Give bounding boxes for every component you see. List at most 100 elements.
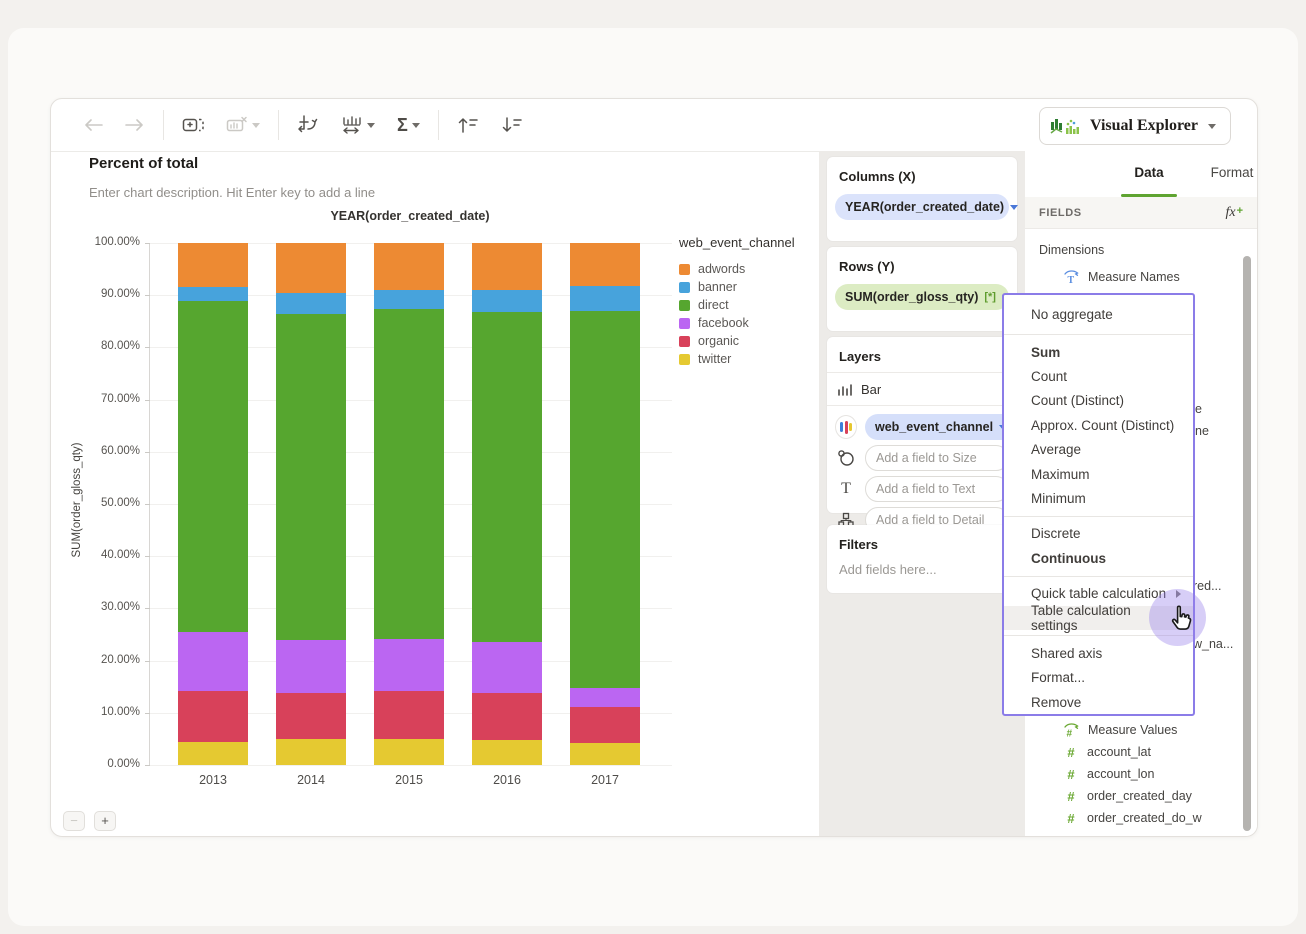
bar-segment-direct-2015[interactable] <box>374 309 444 639</box>
size-field-input[interactable]: Add a field to Size <box>865 445 1009 471</box>
chart-title[interactable]: Percent of total <box>89 155 198 172</box>
bar-segment-organic-2016[interactable] <box>472 692 542 740</box>
bar-segment-twitter-2013[interactable] <box>178 741 248 765</box>
menu-item-no-aggregate[interactable]: No aggregate <box>1004 299 1193 329</box>
field-measure-values[interactable]: # Measure Values <box>1063 722 1177 738</box>
bar-2013 <box>178 243 248 765</box>
bar-segment-twitter-2014[interactable] <box>276 738 346 765</box>
menu-item-sum[interactable]: Sum <box>1004 340 1193 364</box>
menu-item-approx-count-distinct[interactable]: Approx. Count (Distinct) <box>1004 413 1193 437</box>
legend-item-banner[interactable]: banner <box>679 278 814 296</box>
menu-item-continuous[interactable]: Continuous <box>1004 546 1193 570</box>
rows-shelf-label: Rows (Y) <box>839 259 895 274</box>
zoom-in-button[interactable]: + <box>94 811 116 831</box>
field-account-lat[interactable]: # account_lat <box>1063 744 1151 760</box>
bar-segment-organic-2014[interactable] <box>276 692 346 739</box>
bar-segment-organic-2015[interactable] <box>374 690 444 739</box>
bar-segment-facebook-2013[interactable] <box>178 631 248 691</box>
bar-segment-adwords-2015[interactable] <box>374 243 444 291</box>
menu-item-minimum[interactable]: Minimum <box>1004 486 1193 510</box>
redo-button[interactable] <box>123 116 147 134</box>
app-title: Visual Explorer <box>1089 117 1198 134</box>
legend-item-organic[interactable]: organic <box>679 332 814 350</box>
bar-segment-adwords-2016[interactable] <box>472 243 542 291</box>
legend-item-facebook[interactable]: facebook <box>679 314 814 332</box>
legend: web_event_channel adwords banner direct fac… <box>679 235 814 368</box>
chart-description-placeholder[interactable]: Enter chart description. Hit Enter key t… <box>89 185 375 200</box>
field-label: order_created_do_w <box>1087 811 1202 825</box>
field-label-fragment: e <box>1195 402 1202 416</box>
legend-item-twitter[interactable]: twitter <box>679 350 814 368</box>
chevron-down-icon <box>367 122 375 128</box>
visualization-type-select[interactable]: Visual Explorer <box>1038 107 1231 145</box>
bar-segment-facebook-2017[interactable] <box>570 687 640 707</box>
field-order-created-day[interactable]: # order_created_day <box>1063 788 1192 804</box>
bar-segment-banner-2013[interactable] <box>178 286 248 302</box>
tab-format[interactable]: Format <box>1211 165 1254 180</box>
menu-item-discrete[interactable]: Discrete <box>1004 522 1193 546</box>
menu-item-count-distinct[interactable]: Count (Distinct) <box>1004 389 1193 413</box>
tab-data[interactable]: Data <box>1134 165 1163 180</box>
bar-segment-adwords-2014[interactable] <box>276 243 346 293</box>
bar-size-button[interactable] <box>339 113 377 137</box>
rows-shelf: Rows (Y) SUM(order_gloss_qty) [*] <box>827 247 1017 331</box>
legend-item-direct[interactable]: direct <box>679 296 814 314</box>
text-field-input[interactable]: Add a field to Text <box>865 476 1009 502</box>
remove-chart-button[interactable] <box>224 114 262 136</box>
bar-segment-adwords-2017[interactable] <box>570 243 640 286</box>
bar-segment-facebook-2016[interactable] <box>472 642 542 693</box>
color-field-pill[interactable]: web_event_channel <box>865 414 1018 440</box>
y-tick-label: 30.00% <box>100 601 140 614</box>
toolbar-divider <box>437 110 439 140</box>
bar-segment-facebook-2014[interactable] <box>276 639 346 693</box>
menu-item-label: Approx. Count (Distinct) <box>1031 417 1175 433</box>
menu-item-count[interactable]: Count <box>1004 364 1193 388</box>
bar-segment-direct-2016[interactable] <box>472 311 542 643</box>
field-measure-names[interactable]: T Measure Names <box>1063 269 1180 285</box>
bar-segment-banner-2017[interactable] <box>570 285 640 311</box>
zoom-out-button[interactable]: − <box>63 811 85 831</box>
rows-field-label: SUM(order_gloss_qty) <box>845 290 979 304</box>
bar-mark-icon <box>838 383 852 396</box>
scrollbar-thumb[interactable] <box>1243 256 1251 831</box>
bar-segment-twitter-2015[interactable] <box>374 738 444 765</box>
menu-item-label: Remove <box>1031 694 1082 710</box>
undo-button[interactable] <box>81 116 105 134</box>
bar-segment-banner-2016[interactable] <box>472 290 542 312</box>
menu-item-remove[interactable]: Remove <box>1004 690 1193 714</box>
bar-segment-adwords-2013[interactable] <box>178 243 248 287</box>
bar-segment-direct-2013[interactable] <box>178 301 248 632</box>
menu-item-average[interactable]: Average <box>1004 438 1193 462</box>
field-label-fragment: red... <box>1193 579 1222 593</box>
field-account-lon[interactable]: # account_lon <box>1063 766 1154 782</box>
menu-item-maximum[interactable]: Maximum <box>1004 462 1193 486</box>
add-chart-button[interactable] <box>180 114 206 136</box>
mark-type-row[interactable]: Bar <box>827 373 1017 397</box>
bar-segment-banner-2014[interactable] <box>276 292 346 314</box>
plus-icon: + <box>1236 204 1243 217</box>
columns-field-pill[interactable]: YEAR(order_created_date) <box>835 194 1019 220</box>
add-formula-button[interactable]: fx + <box>1225 204 1243 220</box>
bar-segment-direct-2014[interactable] <box>276 313 346 640</box>
field-order-created-do-w[interactable]: # order_created_do_w <box>1063 810 1202 826</box>
bar-segment-banner-2015[interactable] <box>374 290 444 310</box>
legend-title: web_event_channel <box>679 235 795 250</box>
swap-axes-button[interactable] <box>295 113 321 137</box>
sort-ascending-button[interactable] <box>455 114 481 136</box>
aggregate-button[interactable]: Σ <box>395 114 422 136</box>
rows-field-pill[interactable]: SUM(order_gloss_qty) [*] <box>835 284 1010 310</box>
zoom-controls: − + <box>63 811 116 831</box>
bar-segment-organic-2017[interactable] <box>570 706 640 744</box>
swap-axes-icon <box>298 115 318 133</box>
sort-descending-button[interactable] <box>499 114 525 136</box>
legend-item-adwords[interactable]: adwords <box>679 260 814 278</box>
bar-segment-organic-2013[interactable] <box>178 690 248 742</box>
menu-item-format[interactable]: Format... <box>1004 666 1193 690</box>
number-field-icon: # <box>1067 744 1075 760</box>
menu-item-shared-axis[interactable]: Shared axis <box>1004 641 1193 665</box>
bar-segment-facebook-2015[interactable] <box>374 638 444 691</box>
bar-segment-direct-2017[interactable] <box>570 310 640 688</box>
bar-segment-twitter-2017[interactable] <box>570 743 640 765</box>
bar-segment-twitter-2016[interactable] <box>472 739 542 765</box>
filters-drop-area[interactable]: Add fields here... <box>827 552 1017 577</box>
